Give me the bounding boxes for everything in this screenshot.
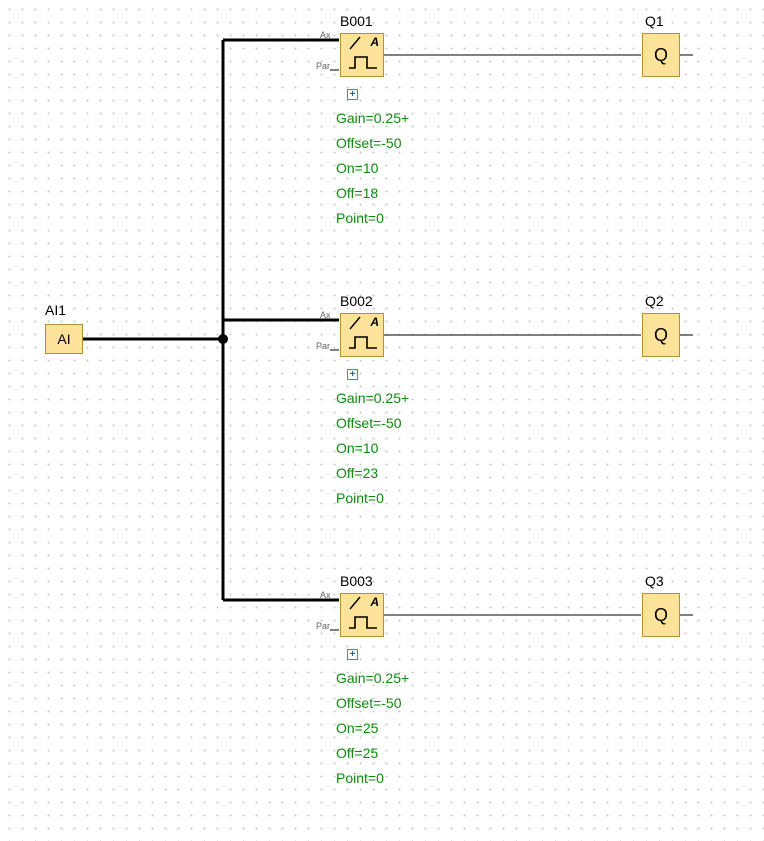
threshold-icon: A: [343, 36, 381, 74]
param-off-b003: Off=25: [336, 745, 378, 761]
param-point-b003: Point=0: [336, 770, 384, 786]
param-off-b001: Off=18: [336, 185, 378, 201]
threshold-icon: A: [343, 596, 381, 634]
param-point-b001: Point=0: [336, 210, 384, 226]
analog-input-block[interactable]: AI: [45, 324, 83, 354]
threshold-icon-letter: A: [370, 315, 379, 329]
param-point-b002: Point=0: [336, 490, 384, 506]
func-label-b001: B001: [340, 13, 373, 29]
threshold-icon-letter: A: [370, 595, 379, 609]
threshold-icon: A: [343, 316, 381, 354]
output-block-q3[interactable]: Q: [642, 593, 680, 637]
pin-ax-b001: Ax: [320, 30, 331, 40]
param-on-b003: On=25: [336, 720, 378, 736]
param-gain-b003: Gain=0.25+: [336, 670, 409, 686]
threshold-icon-letter: A: [370, 35, 379, 49]
pin-par-b001: Par: [316, 61, 330, 71]
output-label-q2: Q2: [645, 293, 664, 309]
diagram-canvas: AI1 AI B001 Ax Par A + Gain=0.25+ Offset…: [0, 0, 764, 841]
pin-ax-b002: Ax: [320, 310, 331, 320]
threshold-block-b002[interactable]: A: [340, 313, 384, 357]
expand-button-b002[interactable]: +: [347, 369, 358, 380]
param-offset-b001: Offset=-50: [336, 135, 402, 151]
param-off-b002: Off=23: [336, 465, 378, 481]
func-label-b002: B002: [340, 293, 373, 309]
threshold-block-b001[interactable]: A: [340, 33, 384, 77]
input-label: AI1: [45, 302, 66, 318]
plus-icon: +: [350, 650, 356, 660]
func-label-b003: B003: [340, 573, 373, 589]
output-label-q1: Q1: [645, 13, 664, 29]
analog-input-symbol: AI: [57, 331, 70, 347]
param-gain-b002: Gain=0.25+: [336, 390, 409, 406]
output-symbol-q2: Q: [654, 325, 668, 346]
output-label-q3: Q3: [645, 573, 664, 589]
param-on-b001: On=10: [336, 160, 378, 176]
output-block-q1[interactable]: Q: [642, 33, 680, 77]
param-offset-b002: Offset=-50: [336, 415, 402, 431]
threshold-block-b003[interactable]: A: [340, 593, 384, 637]
plus-icon: +: [350, 90, 356, 100]
pin-par-b003: Par: [316, 621, 330, 631]
expand-button-b003[interactable]: +: [347, 649, 358, 660]
plus-icon: +: [350, 370, 356, 380]
param-offset-b003: Offset=-50: [336, 695, 402, 711]
output-symbol-q3: Q: [654, 605, 668, 626]
output-symbol-q1: Q: [654, 45, 668, 66]
expand-button-b001[interactable]: +: [347, 89, 358, 100]
output-block-q2[interactable]: Q: [642, 313, 680, 357]
param-gain-b001: Gain=0.25+: [336, 110, 409, 126]
pin-ax-b003: Ax: [320, 590, 331, 600]
pin-par-b002: Par: [316, 341, 330, 351]
param-on-b002: On=10: [336, 440, 378, 456]
